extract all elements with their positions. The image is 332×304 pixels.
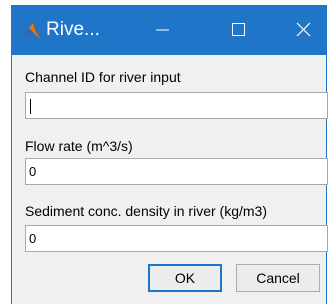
window-title: Rive... [46, 19, 100, 40]
channel-id-label: Channel ID for river input [25, 69, 181, 85]
text-caret [30, 99, 31, 114]
matlab-icon [22, 23, 40, 39]
sediment-conc-input[interactable]: 0 [25, 225, 328, 252]
close-icon [296, 22, 311, 37]
channel-id-input[interactable] [25, 92, 328, 119]
flow-rate-value: 0 [29, 164, 37, 179]
minimize-button[interactable] [140, 5, 186, 55]
ok-button[interactable]: OK [148, 264, 222, 292]
title-bar[interactable]: Rive... [11, 5, 327, 55]
flow-rate-label: Flow rate (m^3/s) [25, 138, 133, 154]
maximize-icon [232, 23, 245, 36]
minimize-icon [156, 29, 169, 31]
sediment-conc-value: 0 [29, 231, 37, 246]
sediment-conc-label: Sediment conc. density in river (kg/m3) [25, 203, 267, 219]
flow-rate-input[interactable]: 0 [25, 158, 328, 185]
maximize-button[interactable] [216, 5, 262, 55]
cancel-button[interactable]: Cancel [236, 264, 320, 292]
dialog-window: Rive... Channel ID for river input Flow … [11, 5, 328, 304]
close-button[interactable] [281, 5, 327, 55]
